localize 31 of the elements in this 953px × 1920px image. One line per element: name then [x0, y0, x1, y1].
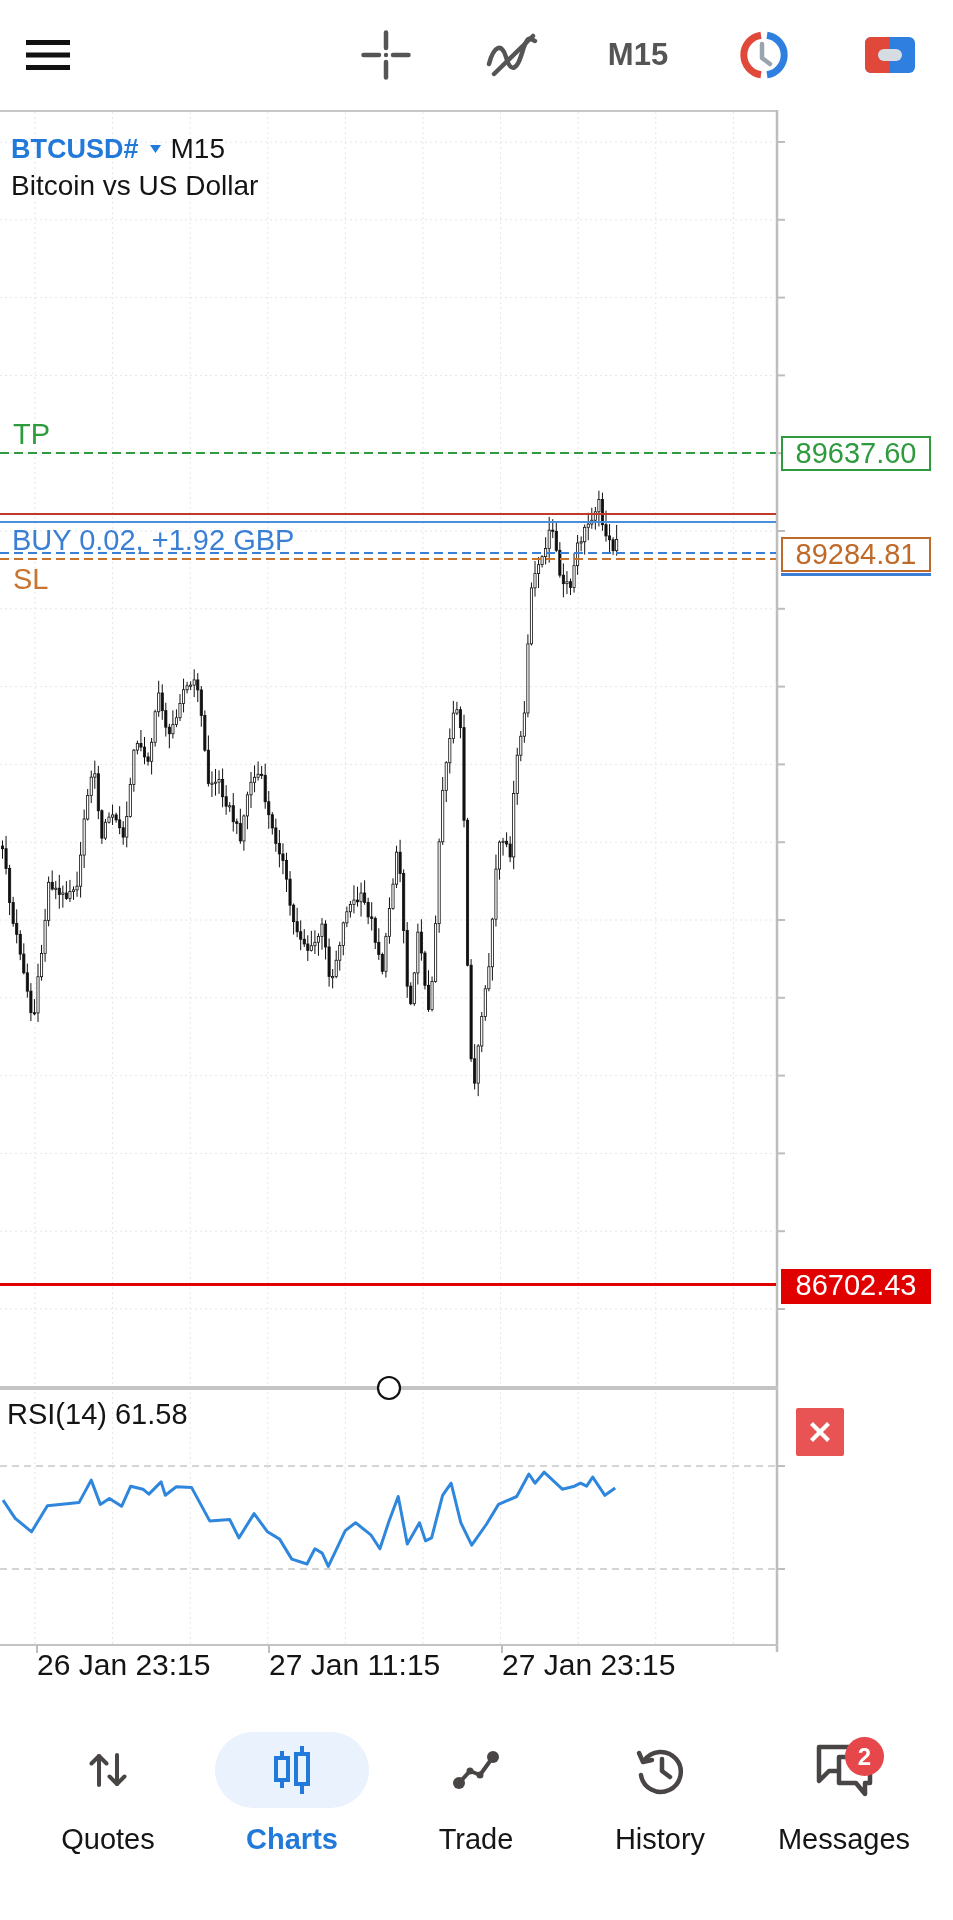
indicator-label: RSI(14) 61.58 — [7, 1398, 188, 1430]
symbol-selector[interactable]: BTCUSD# — [11, 134, 139, 164]
symbol-description: Bitcoin vs US Dollar — [11, 170, 259, 202]
clock-icon[interactable] — [740, 31, 788, 79]
time-label: 27 Jan 11:15 — [269, 1647, 441, 1683]
nav-tab[interactable]: 2 Messages — [752, 1732, 936, 1856]
price-tag: 89284.81 — [781, 537, 931, 572]
timeframe-label: M15 — [170, 134, 225, 164]
time-label: 26 Jan 23:15 — [37, 1647, 211, 1683]
time-label: 27 Jan 23:15 — [502, 1647, 676, 1683]
candlestick-icon — [272, 1746, 312, 1794]
line-label: SL — [13, 563, 49, 595]
nav-tab[interactable]: Quotes — [16, 1732, 200, 1856]
caret-icon[interactable] — [149, 145, 161, 153]
sort-arrows-icon — [89, 1753, 127, 1787]
price-tag: 89637.60 — [781, 436, 931, 471]
nav-tab[interactable]: History — [568, 1732, 752, 1856]
curve-icon[interactable] — [486, 33, 538, 77]
trend-line-icon — [452, 1750, 500, 1790]
nav-tab[interactable]: Trade — [384, 1732, 568, 1856]
switch-icon[interactable] — [865, 37, 915, 73]
line-label: TP — [13, 418, 51, 450]
timeframe-button[interactable]: M15 — [607, 37, 669, 73]
close-indicator-button[interactable] — [796, 1408, 844, 1456]
close-icon[interactable] — [810, 1422, 830, 1442]
menu-icon[interactable] — [26, 40, 70, 70]
pane-resize-handle[interactable] — [376, 1375, 402, 1401]
line-label: BUY 0.02, +1.92 GBP — [12, 524, 295, 556]
message-count-badge: 2 — [845, 1737, 884, 1776]
crosshair-icon[interactable] — [361, 30, 411, 80]
price-tag: 86702.43 — [781, 1269, 931, 1304]
